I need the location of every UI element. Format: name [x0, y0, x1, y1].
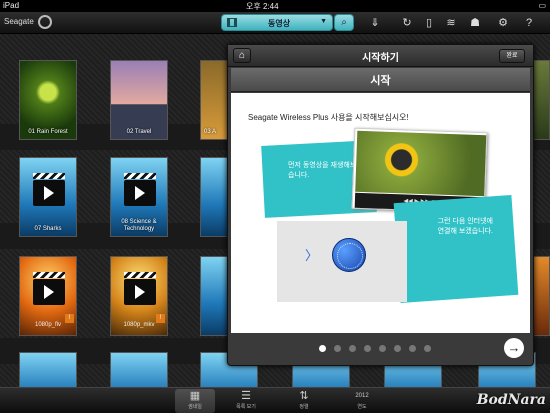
tab-label: 목록 보기	[236, 404, 256, 410]
tab-label: 연도	[357, 404, 367, 410]
app-toolbar: Seagate 동영상 ▼ ⌕ ⇓ ↻ ▯ ≋ ☗ ⚙ ?	[0, 12, 550, 34]
network-illustration: 〉	[277, 221, 407, 302]
download-icon[interactable]: ⇓	[368, 16, 382, 30]
media-tile[interactable]: 03 A	[200, 60, 228, 140]
page-dot[interactable]	[409, 345, 416, 352]
page-dot[interactable]	[349, 345, 356, 352]
media-type-select[interactable]: 동영상 ▼	[221, 14, 333, 31]
thumbnail	[111, 353, 167, 387]
bottom-tab-bar: ▦ 썸네일 ☰ 목록 보기 ⇅ 정렬 2012 연도	[0, 387, 550, 413]
section-title: 시작	[370, 75, 391, 87]
step-text: 그런 다음 인터넷에 연결해 보겠습니다.	[437, 218, 493, 235]
tile-title: 03 A	[204, 129, 217, 135]
thumbnail	[20, 61, 76, 139]
wifi-icon[interactable]: ≋	[444, 16, 458, 30]
search-button[interactable]: ⌕	[334, 14, 354, 31]
help-icon[interactable]: ?	[522, 16, 536, 30]
thumbnail	[20, 353, 76, 387]
sort-icon: ⇅	[299, 390, 309, 402]
tab-thumbnail[interactable]: ▦ 썸네일	[175, 389, 215, 413]
page-dot[interactable]	[364, 345, 371, 352]
media-tile[interactable]: 01 Rain Forest	[19, 60, 77, 140]
tab-sort[interactable]: ⇅ 정렬	[284, 389, 324, 413]
page-dot[interactable]	[394, 345, 401, 352]
media-tile[interactable]: 02 Travel	[110, 60, 168, 140]
media-tile[interactable]: 08 Science & Technology	[110, 157, 168, 237]
video-clapper-icon	[33, 173, 65, 206]
watermark: BodNara	[476, 392, 546, 408]
tile-title: 01 Rain Forest	[28, 129, 68, 135]
thumbnail	[111, 61, 167, 139]
page-dot[interactable]	[334, 345, 341, 352]
carrier-label: iPad	[3, 1, 20, 10]
battery-icon: ▭	[538, 1, 546, 10]
status-bar: iPad 오후 2:44 ▭	[0, 0, 550, 12]
done-button[interactable]: 완료	[499, 49, 525, 63]
media-tile[interactable]: 07 Sharks	[19, 157, 77, 237]
clock: 오후 2:44	[246, 2, 279, 11]
film-icon	[227, 18, 237, 27]
tile-caption: 1080p_mkv	[123, 322, 155, 328]
section-header: 시작	[231, 68, 530, 92]
tile-title: 07 Sharks	[34, 226, 62, 232]
dialog-content: Seagate Wireless Plus 사용을 시작해보십시오! 먼저 동영…	[231, 93, 530, 333]
refresh-icon[interactable]: ↻	[400, 16, 414, 30]
globe-icon	[332, 238, 366, 272]
page-dot[interactable]	[379, 345, 386, 352]
page-dot[interactable]	[319, 345, 326, 352]
video-clapper-icon	[33, 272, 65, 305]
app-logo: Seagate	[4, 17, 34, 26]
tab-label: 정렬	[299, 404, 309, 410]
users-icon[interactable]: ☗	[468, 16, 482, 30]
tab-year[interactable]: 2012 연도	[342, 389, 382, 413]
media-tile[interactable]	[200, 157, 228, 237]
list-icon: ☰	[241, 390, 251, 402]
page-dot[interactable]	[424, 345, 431, 352]
video-clapper-icon	[124, 173, 156, 206]
dialog-title: 시작하기	[362, 53, 399, 64]
tile-title: 02 Travel	[126, 129, 152, 135]
battery-icon[interactable]: ▯	[422, 16, 436, 30]
thumbnail	[201, 61, 227, 139]
grid-icon: ▦	[189, 390, 201, 402]
search-icon: ⌕	[341, 17, 347, 28]
video-clapper-icon	[124, 272, 156, 305]
gear-icon[interactable]: ⚙	[496, 16, 510, 30]
calendar-icon: 2012	[355, 393, 369, 399]
media-tile[interactable]	[19, 352, 77, 387]
media-tile[interactable]	[110, 352, 168, 387]
seagate-logo-icon	[38, 15, 52, 29]
thumbnail	[201, 158, 227, 236]
media-tile[interactable]	[200, 256, 228, 336]
tab-label: 썸네일	[188, 404, 202, 410]
chevron-down-icon: ▼	[320, 18, 327, 25]
step-card	[393, 195, 519, 303]
media-type-label: 동영상	[268, 19, 291, 28]
next-button[interactable]: →	[504, 338, 524, 358]
tab-list-view[interactable]: ☰ 목록 보기	[226, 389, 266, 413]
intro-text: Seagate Wireless Plus 사용을 시작해보십시오!	[248, 113, 409, 122]
toucan-image	[355, 130, 487, 197]
thumbnail	[201, 257, 227, 335]
tile-caption: 1080p_flv	[34, 322, 62, 328]
dialog-header: ⌂ 시작하기 완료	[228, 45, 533, 67]
page-indicator[interactable]	[319, 345, 439, 353]
tile-title: 08 Science & Technology	[121, 219, 157, 232]
dialog-footer: →	[231, 335, 530, 363]
wireless-signal-icon: 〉	[305, 248, 319, 263]
getting-started-dialog: ⌂ 시작하기 완료 시작 Seagate Wireless Plus 사용을 시…	[227, 44, 534, 366]
